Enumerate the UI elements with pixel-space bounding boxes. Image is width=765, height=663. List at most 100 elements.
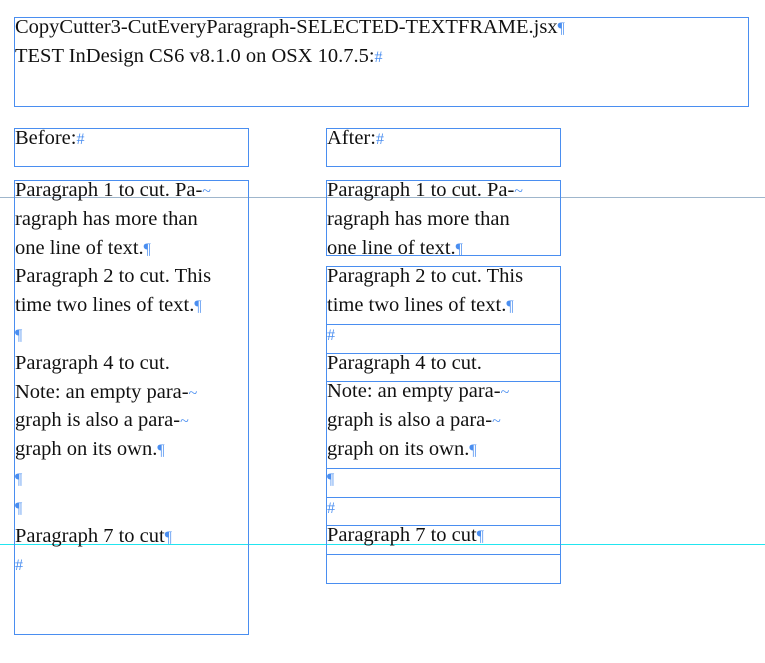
after-text-frame[interactable] [326, 554, 561, 584]
text-line[interactable]: After:# [327, 124, 384, 153]
text-line[interactable]: ¶ [15, 464, 211, 493]
hidden-character-marker-icon: ¶ [15, 326, 23, 344]
line-text: Note: an empty para- [15, 380, 189, 403]
hidden-character-marker-icon: ~ [492, 412, 501, 430]
text-line[interactable]: time two lines of text.¶ [327, 291, 523, 320]
text-line[interactable]: graph is also a para-~ [327, 406, 509, 435]
line-text: one line of text. [327, 236, 456, 259]
after-text-frame[interactable]: ¶ [326, 468, 561, 498]
text-line[interactable]: Paragraph 7 to cut¶ [15, 522, 211, 551]
line-text: Paragraph 4 to cut. [15, 351, 170, 374]
line-text: Paragraph 2 to cut. This [327, 265, 524, 287]
line-text: Before: [15, 127, 77, 149]
text-line[interactable]: Note: an empty para-~ [327, 377, 509, 406]
before-label-frame[interactable]: Before:# [14, 127, 249, 167]
text-line[interactable]: CopyCutter3-CutEveryParagraph-SELECTED-T… [15, 13, 565, 42]
hidden-character-marker-icon: ¶ [327, 471, 335, 488]
text-line[interactable]: TEST InDesign CS6 v8.1.0 on OSX 10.7.5:# [15, 42, 565, 71]
before-text-frame[interactable]: Paragraph 1 to cut. Pa-~ ragraph has more… [14, 179, 249, 635]
text-line[interactable]: Paragraph 2 to cut. This [327, 262, 523, 291]
text-lines: Paragraph 2 to cut. This time two lines o… [327, 262, 523, 320]
hidden-character-marker-icon: # [375, 131, 384, 148]
text-line[interactable]: # [327, 320, 335, 349]
after-text-frame[interactable]: Paragraph 7 to cut¶ [326, 524, 561, 555]
line-text: ragraph has more than [15, 207, 198, 230]
text-line[interactable]: Paragraph 4 to cut. [15, 349, 211, 378]
text-lines: ¶ [327, 464, 334, 493]
line-text: CopyCutter3-CutEveryParagraph-SELECTED-T… [15, 16, 558, 38]
hidden-character-marker-icon: ¶ [557, 20, 565, 37]
line-text: graph on its own. [327, 437, 470, 460]
text-lines: Before:# [15, 124, 84, 153]
text-lines: # [327, 493, 335, 522]
after-text-frame[interactable]: Note: an empty para-~ graph is also a par… [326, 380, 561, 469]
line-text: Paragraph 4 to cut. [327, 352, 482, 374]
text-line[interactable]: # [15, 550, 211, 579]
hidden-character-marker-icon: ¶ [15, 470, 23, 488]
line-text: Note: an empty para- [327, 380, 501, 402]
hidden-character-marker-icon: ¶ [157, 442, 165, 460]
hidden-character-marker-icon: ~ [514, 183, 523, 200]
line-text: Paragraph 1 to cut. Pa- [327, 179, 515, 201]
line-text: Paragraph 7 to cut [15, 524, 165, 547]
text-line[interactable]: Before:# [15, 124, 84, 153]
line-text: graph is also a para- [15, 409, 181, 432]
text-line[interactable]: ragraph has more than [327, 205, 523, 234]
line-text: one line of text. [15, 236, 144, 259]
text-lines: Paragraph 1 to cut. Pa-~ ragraph has more… [327, 176, 523, 262]
line-text: After: [327, 127, 376, 149]
text-line[interactable]: ¶ [15, 320, 211, 349]
text-line[interactable]: Paragraph 1 to cut. Pa-~ [327, 176, 523, 205]
hidden-character-marker-icon: ~ [180, 413, 189, 431]
line-text: Paragraph 1 to cut. Pa- [15, 179, 203, 201]
line-text: time two lines of text. [327, 293, 507, 316]
line-text: TEST InDesign CS6 v8.1.0 on OSX 10.7.5: [15, 44, 375, 67]
hidden-character-marker-icon: ¶ [455, 240, 463, 258]
line-text: graph is also a para- [327, 408, 493, 431]
text-line[interactable]: one line of text.¶ [327, 234, 523, 263]
line-text: graph on its own. [15, 438, 158, 461]
text-line[interactable]: graph on its own.¶ [327, 435, 509, 464]
line-text: ragraph has more than [327, 207, 510, 230]
hidden-character-marker-icon: # [15, 557, 23, 575]
hidden-character-marker-icon: ~ [500, 384, 510, 401]
text-lines: Paragraph 4 to cut. [327, 349, 482, 378]
hidden-character-marker-icon: ¶ [164, 528, 172, 546]
text-line[interactable]: one line of text.¶ [15, 234, 211, 263]
hidden-character-marker-icon: ¶ [506, 297, 514, 315]
hidden-character-marker-icon: ¶ [476, 528, 484, 545]
hidden-character-marker-icon: ¶ [143, 240, 151, 258]
text-lines: Paragraph 1 to cut. Pa-~ ragraph has more… [15, 176, 211, 579]
line-text: Paragraph 2 to cut. This [15, 265, 212, 288]
hidden-character-marker-icon: # [327, 500, 335, 517]
text-line[interactable]: ¶ [327, 464, 334, 493]
text-line[interactable]: Note: an empty para-~ [15, 378, 211, 407]
hidden-character-marker-icon: ¶ [15, 499, 23, 517]
after-text-frame[interactable]: Paragraph 1 to cut. Pa-~ ragraph has more… [326, 179, 561, 259]
text-lines: # [327, 320, 335, 349]
text-line[interactable]: ¶ [15, 493, 211, 522]
hidden-character-marker-icon: ~ [188, 384, 198, 402]
text-line[interactable]: ragraph has more than [15, 205, 211, 234]
line-text: time two lines of text. [15, 294, 195, 317]
hidden-character-marker-icon: # [374, 48, 383, 66]
header-text-frame[interactable]: CopyCutter3-CutEveryParagraph-SELECTED-T… [14, 16, 749, 107]
text-line[interactable]: Paragraph 1 to cut. Pa-~ [15, 176, 211, 205]
text-line[interactable]: Paragraph 7 to cut¶ [327, 521, 484, 550]
hidden-character-marker-icon: ¶ [194, 298, 202, 316]
text-line[interactable]: graph is also a para-~ [15, 406, 211, 435]
text-lines: After:# [327, 124, 384, 153]
after-label-frame[interactable]: After:# [326, 127, 561, 167]
text-lines: Note: an empty para-~ graph is also a par… [327, 377, 509, 463]
after-text-frame[interactable]: Paragraph 2 to cut. This time two lines o… [326, 265, 561, 325]
hidden-character-marker-icon: ~ [202, 183, 211, 200]
hidden-character-marker-icon: ¶ [469, 441, 477, 459]
hidden-character-marker-icon: # [327, 327, 335, 344]
text-line[interactable]: Paragraph 4 to cut. [327, 349, 482, 378]
text-line[interactable]: time two lines of text.¶ [15, 291, 211, 320]
text-line[interactable]: graph on its own.¶ [15, 435, 211, 464]
text-lines: Paragraph 7 to cut¶ [327, 521, 484, 550]
text-line[interactable]: # [327, 493, 335, 522]
hidden-character-marker-icon: # [76, 131, 85, 148]
text-line[interactable]: Paragraph 2 to cut. This [15, 262, 211, 291]
